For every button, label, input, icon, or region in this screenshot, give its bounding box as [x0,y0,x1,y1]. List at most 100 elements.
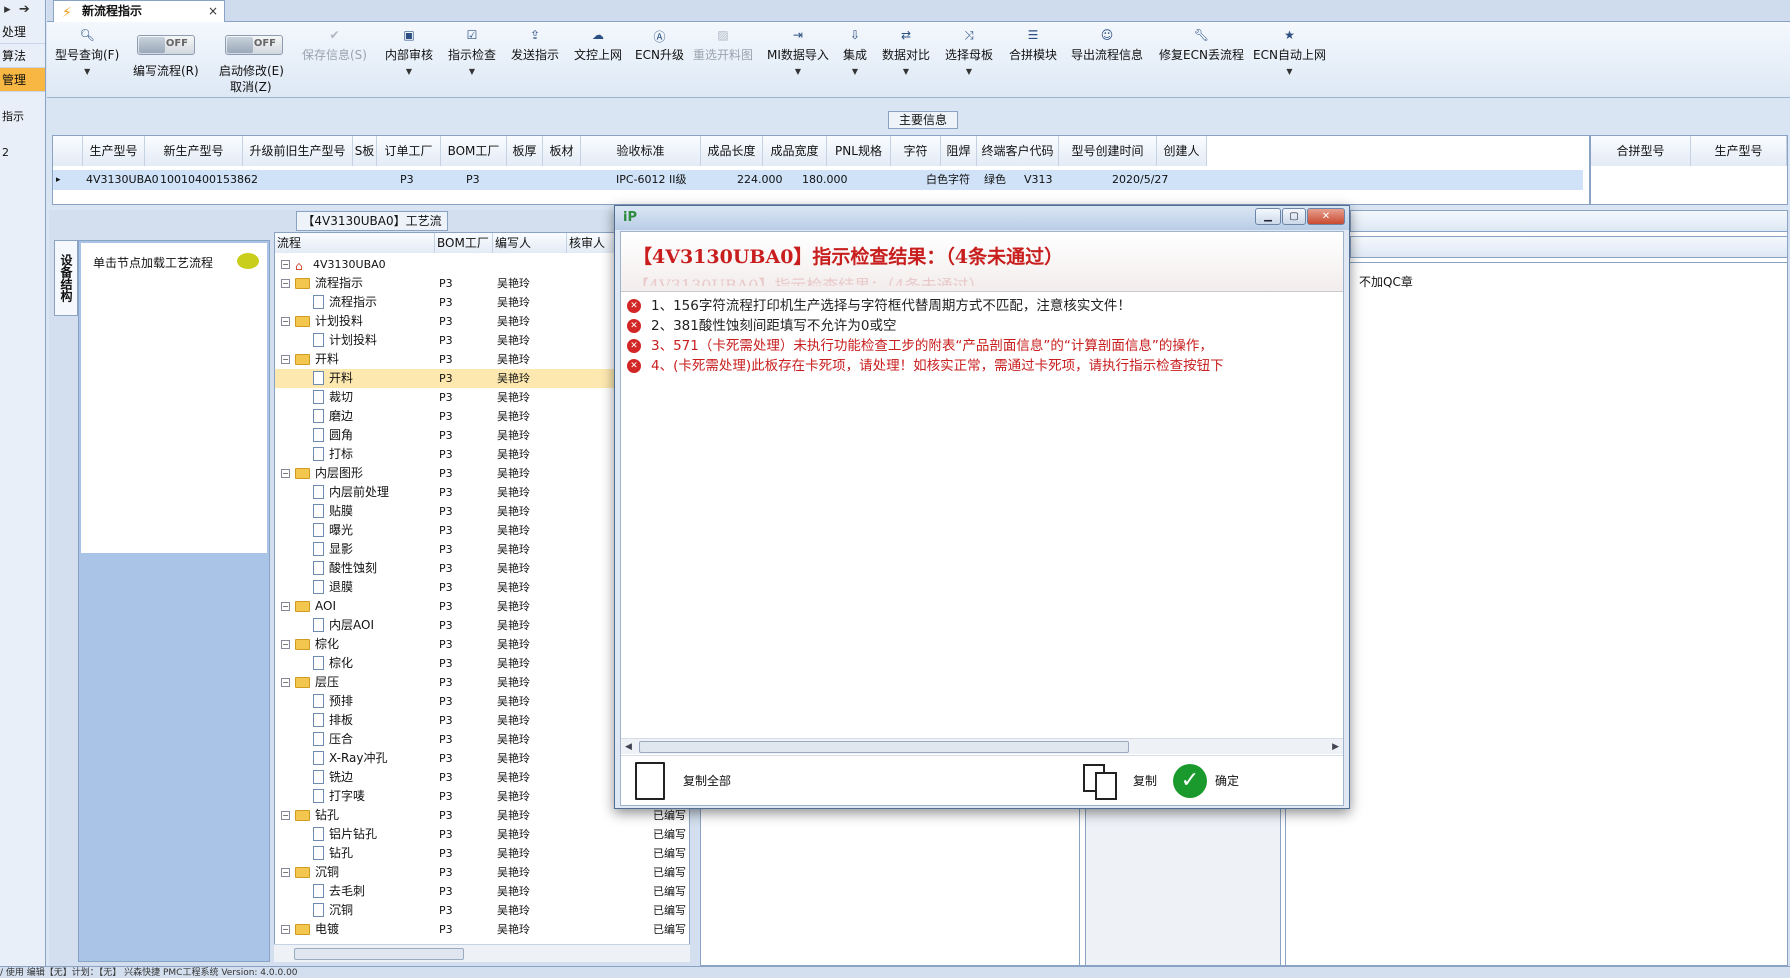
grid-header[interactable]: 订单工厂 [377,136,441,166]
collapse-icon[interactable]: − [281,602,290,611]
collapse-icon[interactable]: − [281,260,290,269]
tree-horizontal-scrollbar[interactable] [274,944,690,962]
grid-cell[interactable]: 2020/5/27 [1109,170,1168,190]
tree-row[interactable]: 沉铜 P3 吴艳玲 已编写 [275,901,689,920]
data-compare-button[interactable]: ⇄ 数据对比 ▼ [882,28,930,76]
scroll-left-icon[interactable]: ◀ [625,739,632,755]
collapse-icon[interactable]: − [281,279,290,288]
collapse-icon[interactable]: − [281,640,290,649]
edit-flow-label[interactable]: 编写流程(R) [133,62,199,79]
error-item[interactable]: ✕ 2、381酸性蚀刻间距填写不允许为0或空 [627,316,1337,336]
mi-import-button[interactable]: ⇥ MI数据导入 ▼ [767,28,829,76]
tree-row[interactable]: 去毛刺 P3 吴艳玲 已编写 [275,882,689,901]
grid-header[interactable]: 合拼型号 [1591,136,1691,166]
grid-header[interactable]: PNL规格 [827,136,891,166]
grid-header[interactable]: 验收标准 [581,136,701,166]
ok-button[interactable]: ✓ 确定 [1173,762,1263,800]
cancel-label[interactable]: 取消(Z) [230,78,272,95]
grid-header[interactable]: 生产型号 [1691,136,1787,166]
collapse-icon[interactable]: − [281,811,290,820]
internal-review-button[interactable]: ▣ 内部审核 ▼ [385,28,433,76]
grid-header[interactable]: 字符 [891,136,941,166]
save-info-button[interactable]: ✔ 保存信息(S) [302,28,367,63]
grid-header[interactable]: 阻焊 [941,136,977,166]
error-item[interactable]: ✕ 3、571（卡死需处理）未执行功能检查工步的附表“产品剖面信息”的“计算剖面… [627,336,1337,356]
grid-header[interactable]: 终端客户代码 [977,136,1059,166]
grid-cell[interactable]: 224.000 [734,170,783,190]
grid-header[interactable]: 板材 [543,136,581,166]
tree-header-flow[interactable]: 流程 [275,233,435,253]
tab-close-icon[interactable]: × [208,1,218,21]
scroll-right-icon[interactable]: ▶ [1332,739,1339,755]
scroll-thumb[interactable] [639,741,1129,753]
ecn-upgrade-button[interactable]: Ⓐ ECN升级 [635,28,684,63]
tree-cell-writer: 吴艳玲 [497,809,530,822]
collapse-icon[interactable]: − [281,868,290,877]
dialog-titlebar[interactable]: iP ▁ ▢ ✕ [615,206,1349,230]
grid-header[interactable]: S板 [353,136,377,166]
reselect-cut-button[interactable]: ▨ 重选开料图 [693,28,753,63]
nav-fragment-0[interactable]: 指示 [0,92,45,142]
start-modify-label[interactable]: 启动修改(E) [219,62,284,79]
error-item[interactable]: ✕ 4、(卡死需处理)此板存在卡死项，请处理！如核实正常，需通过卡死项，请执行指… [627,356,1337,376]
send-instruction-button[interactable]: ⇪ 发送指示 [511,28,559,63]
instruction-check-button[interactable]: ☑ 指示检查 ▼ [448,28,496,76]
tab-new-flow[interactable]: ⚡ 新流程指示 × [53,0,225,22]
doc-upload-button[interactable]: ☁ 文控上网 [574,28,622,63]
close-button[interactable]: ✕ [1307,208,1345,225]
vertical-tab-structure[interactable]: 设备结构 [54,240,78,316]
tree-row[interactable]: 钻孔 P3 吴艳玲 已编写 [275,844,689,863]
collapse-icon[interactable]: − [281,678,290,687]
collapse-icon[interactable]: − [281,355,290,364]
combine-module-button[interactable]: ☰ 合拼模块 [1009,28,1057,63]
dialog-horizontal-scrollbar[interactable]: ◀ ▶ [621,738,1343,754]
start-modify-toggle[interactable]: OFF [225,35,283,55]
tree-header-bom[interactable]: BOM工厂 [435,233,493,253]
grid-cell[interactable]: P3 [397,170,414,190]
maximize-button[interactable]: ▢ [1282,208,1306,225]
grid-header[interactable]: 升级前旧生产型号 [243,136,353,166]
collapse-icon[interactable]: − [281,469,290,478]
collapse-icon[interactable]: − [281,317,290,326]
grid-header[interactable]: 成品宽度 [763,136,827,166]
grid-cell[interactable]: 180.000 [799,170,848,190]
grid-header[interactable]: 新生产型号 [145,136,243,166]
load-hint-box[interactable]: 单击节点加载工艺流程 [81,243,267,553]
scroll-thumb[interactable] [294,948,464,960]
grid-cell[interactable]: 绿色 [981,170,1006,190]
nav-item-1[interactable]: 算法 [0,44,45,68]
choose-mother-button[interactable]: ⤨ 选择母板 ▼ [945,28,993,76]
grid-header[interactable]: BOM工厂 [441,136,507,166]
grid-cell[interactable]: P3 [463,170,480,190]
grid-cell[interactable]: V313 [1021,170,1053,190]
model-query-button[interactable]: 🔍︎ 型号查询(F) ▼ [55,28,119,76]
nav-fragment-1[interactable]: 2 [0,142,45,164]
grid-cell[interactable]: IPC-6012 II级 [613,170,687,190]
grid-cell[interactable]: 白色字符 [923,170,970,190]
nav-toggle-icons[interactable]: ▸ ➔ [0,0,45,20]
grid-cell[interactable]: 4V3130UBA0 [83,170,159,190]
grid-header[interactable]: 生产型号 [83,136,145,166]
edit-flow-toggle[interactable]: OFF [137,35,195,55]
grid-header[interactable]: 型号创建时间 [1059,136,1157,166]
tree-header-writer[interactable]: 编写人 [493,233,567,253]
copy-button[interactable]: 复制 [1083,762,1163,800]
export-flow-button[interactable]: ☺ 导出流程信息 [1071,28,1143,63]
integrate-button[interactable]: ⇩ 集成 ▼ [843,28,867,76]
nav-item-2[interactable]: 管理 [0,68,45,92]
tree-row[interactable]: − 电镀 P3 吴艳玲 已编写 [275,920,689,939]
ecn-auto-button[interactable]: ★ ECN自动上网 ▼ [1253,28,1326,76]
tree-row[interactable]: 铝片钻孔 P3 吴艳玲 已编写 [275,825,689,844]
grid-header[interactable]: 板厚 [507,136,543,166]
nav-item-0[interactable]: 处理 [0,20,45,44]
copy-all-button[interactable]: 复制全部 [635,762,745,800]
minimize-button[interactable]: ▁ [1255,208,1281,225]
grid-header[interactable]: 成品长度 [701,136,763,166]
error-item[interactable]: ✕ 1、156字符流程打印机生产选择与字符框代替周期方式不匹配，注意核实文件！ [627,296,1337,316]
grid-cell[interactable]: 10010400153862 [157,170,258,190]
repair-ecn-button[interactable]: 🔧︎ 修复ECN丢流程 [1159,28,1244,63]
grid-header[interactable]: 创建人 [1157,136,1207,166]
collapse-icon[interactable]: − [281,925,290,934]
tree-row[interactable]: − 沉铜 P3 吴艳玲 已编写 [275,863,689,882]
tree-node-label: 酸性蚀刻 [329,561,378,575]
